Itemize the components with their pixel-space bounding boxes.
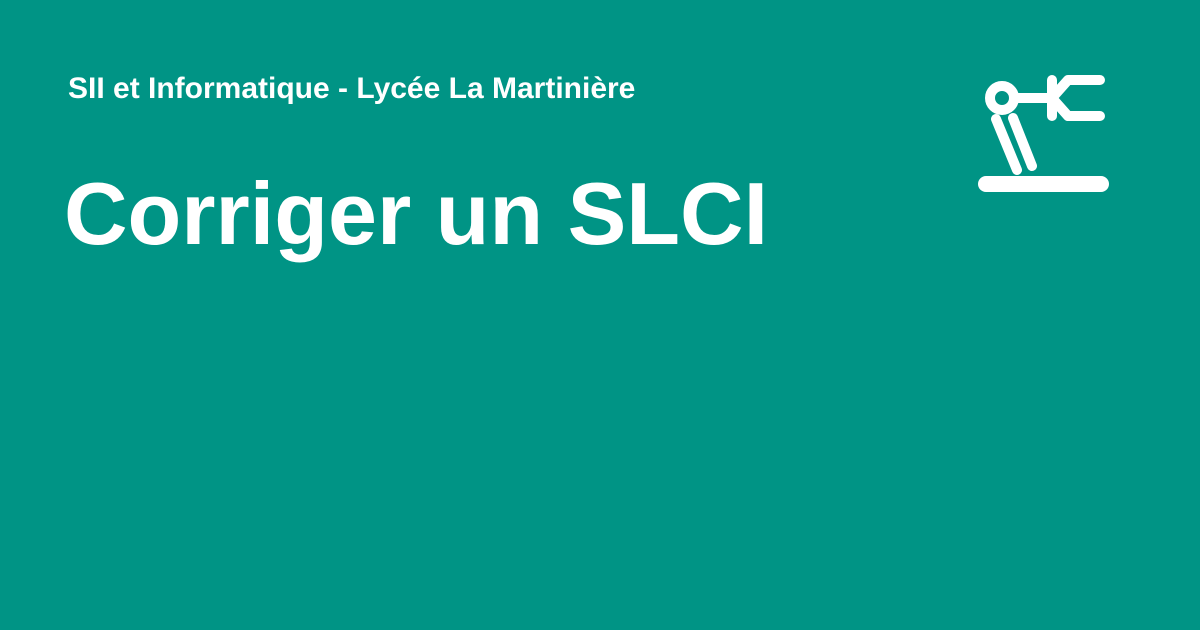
robot-arm-icon <box>978 66 1110 198</box>
page-title: Corriger un SLCI <box>64 164 769 263</box>
site-name: SII et Informatique - Lycée La Martinièr… <box>68 72 636 105</box>
social-preview-card: SII et Informatique - Lycée La Martinièr… <box>0 0 1200 630</box>
